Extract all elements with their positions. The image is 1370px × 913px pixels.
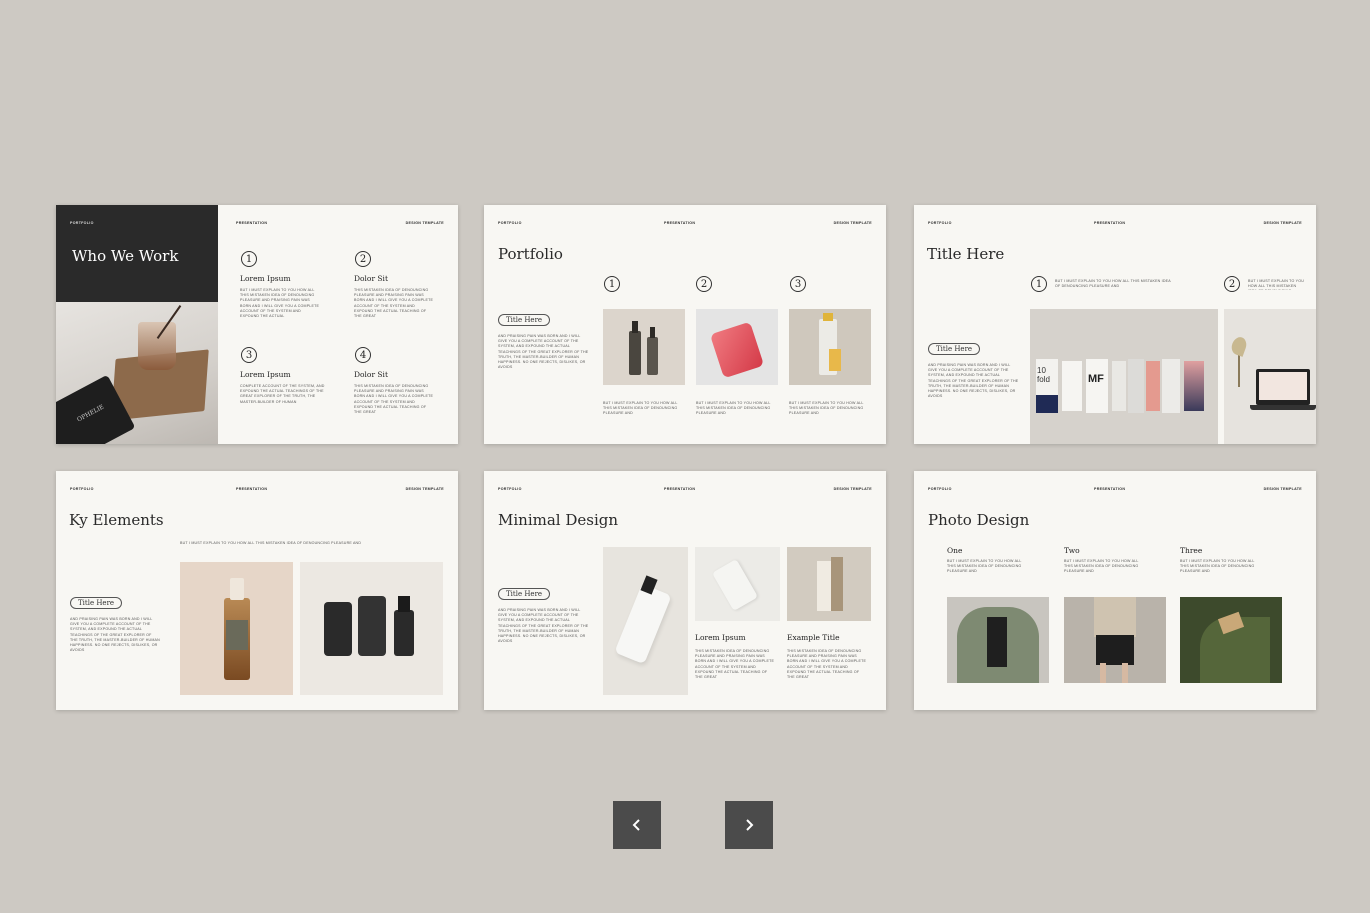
- slide-title: Title Here: [927, 245, 1005, 263]
- brand-mf: MF: [1088, 373, 1104, 385]
- item-label: Lorem Ipsum: [240, 274, 291, 283]
- tube-photo: [695, 547, 780, 621]
- item-number: 1: [1031, 276, 1047, 292]
- slide-thumbnail-photo-design[interactable]: PORTFOLIO PRESENTATION DESIGN TEMPLATE P…: [914, 471, 1316, 710]
- item-number: 1: [241, 251, 257, 267]
- item-text: THIS MISTAKEN IDEA OF DENOUNCING PLEASUR…: [787, 649, 867, 680]
- item-text: BUT I MUST EXPLAIN TO YOU HOW ALL THIS M…: [1248, 279, 1304, 290]
- item-text: THIS MISTAKEN IDEA OF DENOUNCING PLEASUR…: [354, 288, 434, 319]
- body-text: AND PRAISING PAIN WAS BORN AND I WILL GI…: [498, 608, 589, 644]
- item-label: Example Title: [787, 633, 840, 642]
- coffee-photo: OPHELIE: [56, 302, 218, 444]
- body-text: AND PRAISING PAIN WAS BORN AND I WILL GI…: [498, 334, 589, 370]
- column-label: One: [947, 546, 963, 555]
- item-number: 4: [355, 347, 371, 363]
- header-center: PRESENTATION: [1094, 487, 1126, 491]
- slide-title: Photo Design: [928, 511, 1030, 529]
- dark-bottles-photo: [300, 562, 443, 695]
- header-left: PORTFOLIO: [70, 487, 94, 491]
- body-text: AND PRAISING PAIN WAS BORN AND I WILL GI…: [928, 363, 1019, 399]
- serum-bottles-photo: [603, 309, 685, 385]
- body-text: AND PRAISING PAIN WAS BORN AND I WILL GI…: [70, 617, 160, 653]
- slide-title: Minimal Design: [498, 511, 619, 529]
- column-label: Two: [1064, 546, 1080, 555]
- header-right: DESIGN TEMPLATE: [405, 487, 444, 491]
- slide-title: Portfolio: [498, 245, 563, 263]
- header-right: DESIGN TEMPLATE: [833, 487, 872, 491]
- chevron-right-icon: [746, 819, 754, 831]
- dropper-bottle-photo: [180, 562, 293, 695]
- laptop-desk-photo: [1224, 309, 1316, 444]
- street-outfit-photo: [1064, 597, 1166, 683]
- item-text: THIS MISTAKEN IDEA OF DENOUNCING PLEASUR…: [354, 384, 434, 415]
- header-center: PRESENTATION: [664, 487, 696, 491]
- item-label: Dolor Sit: [354, 370, 388, 379]
- header-center: PRESENTATION: [236, 221, 268, 225]
- red-pouch-photo: [696, 309, 778, 385]
- slide-thumbnail-ky-elements[interactable]: PORTFOLIO PRESENTATION DESIGN TEMPLATE K…: [56, 471, 458, 710]
- header-right: DESIGN TEMPLATE: [1263, 487, 1302, 491]
- box-photo: [787, 547, 871, 621]
- header-right: DESIGN TEMPLATE: [405, 221, 444, 225]
- caption-text: BUT I MUST EXPLAIN TO YOU HOW ALL THIS M…: [696, 401, 771, 416]
- brand-books-photo: 10 fold MF: [1030, 309, 1218, 444]
- header-left: PORTFOLIO: [498, 221, 522, 225]
- header-center: PRESENTATION: [1094, 221, 1126, 225]
- item-text: THIS MISTAKEN IDEA OF DENOUNCING PLEASUR…: [695, 649, 775, 680]
- title-pill: Title Here: [928, 343, 981, 355]
- title-pill: Title Here: [498, 314, 551, 326]
- knit-dress-photo: [1180, 597, 1282, 683]
- column-text: BUT I MUST EXPLAIN TO YOU HOW ALL THIS M…: [1180, 559, 1255, 574]
- item-text: BUT I MUST EXPLAIN TO YOU HOW ALL THIS M…: [1055, 279, 1171, 289]
- title-pill: Title Here: [70, 597, 123, 609]
- header-right: DESIGN TEMPLATE: [833, 221, 872, 225]
- slide-thumbnail-minimal-design[interactable]: PORTFOLIO PRESENTATION DESIGN TEMPLATE M…: [484, 471, 886, 710]
- item-number: 3: [241, 347, 257, 363]
- slide-title: Ky Elements: [69, 511, 164, 529]
- column-label: Three: [1180, 546, 1203, 555]
- item-text: BUT I MUST EXPLAIN TO YOU HOW ALL THIS M…: [240, 288, 320, 319]
- header-left: PORTFOLIO: [70, 221, 94, 225]
- header-left: PORTFOLIO: [928, 487, 952, 491]
- subtitle-text: BUT I MUST EXPLAIN TO YOU HOW ALL THIS M…: [180, 541, 362, 545]
- brand-10fold: 10 fold: [1037, 366, 1050, 384]
- caption-text: BUT I MUST EXPLAIN TO YOU HOW ALL THIS M…: [789, 401, 864, 416]
- item-text: COMPLETE ACCOUNT OF THE SYSTEM, AND EXPO…: [240, 384, 325, 404]
- item-label: Lorem Ipsum: [240, 370, 291, 379]
- caption-text: BUT I MUST EXPLAIN TO YOU HOW ALL THIS M…: [603, 401, 678, 416]
- prev-button[interactable]: [613, 801, 661, 849]
- slide-title: Who We Work: [72, 247, 179, 265]
- yellow-bottle-photo: [789, 309, 871, 385]
- item-number: 3: [790, 276, 806, 292]
- title-pill: Title Here: [498, 588, 551, 600]
- header-left: PORTFOLIO: [498, 487, 522, 491]
- header-right: DESIGN TEMPLATE: [1263, 221, 1302, 225]
- item-number: 1: [604, 276, 620, 292]
- header-left: PORTFOLIO: [928, 221, 952, 225]
- slide-thumbnail-portfolio[interactable]: PORTFOLIO PRESENTATION DESIGN TEMPLATE P…: [484, 205, 886, 444]
- chevron-left-icon: [632, 819, 640, 831]
- item-number: 2: [696, 276, 712, 292]
- header-center: PRESENTATION: [236, 487, 268, 491]
- lotion-bottle-photo: [603, 547, 688, 695]
- item-label: Dolor Sit: [354, 274, 388, 283]
- green-blazer-photo: [947, 597, 1049, 683]
- item-label: Lorem Ipsum: [695, 633, 746, 642]
- header-center: PRESENTATION: [664, 221, 696, 225]
- item-number: 2: [355, 251, 371, 267]
- column-text: BUT I MUST EXPLAIN TO YOU HOW ALL THIS M…: [947, 559, 1022, 574]
- column-text: BUT I MUST EXPLAIN TO YOU HOW ALL THIS M…: [1064, 559, 1139, 574]
- slide-thumbnail-title-here[interactable]: PORTFOLIO PRESENTATION DESIGN TEMPLATE T…: [914, 205, 1316, 444]
- item-number: 2: [1224, 276, 1240, 292]
- next-button[interactable]: [725, 801, 773, 849]
- slide-thumbnail-who-we-work[interactable]: PORTFOLIO PRESENTATION DESIGN TEMPLATE W…: [56, 205, 458, 444]
